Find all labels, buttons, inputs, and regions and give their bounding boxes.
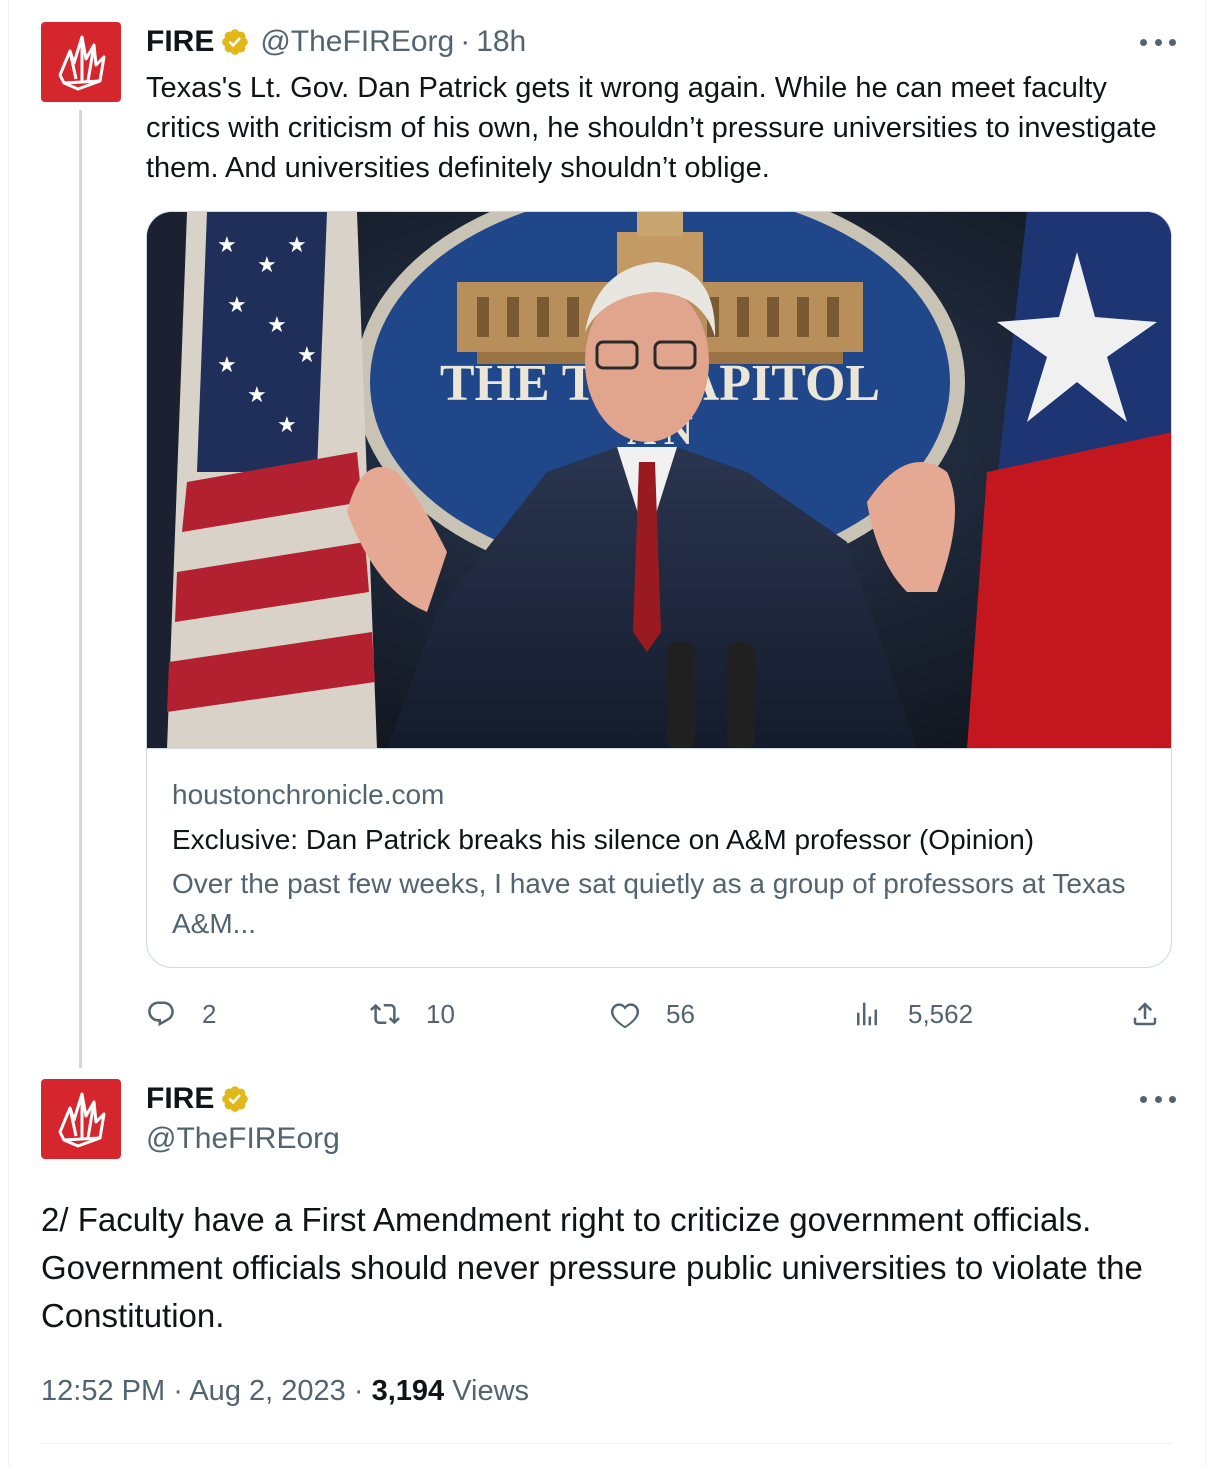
views-label: Views [452,1375,530,1407]
reply-icon [148,1001,174,1027]
heart-icon [610,1003,640,1029]
fire-avatar-2[interactable] [41,1079,121,1159]
verified-badge-icon[interactable] [220,27,250,57]
us-flag: ★ ★ ★ ★ ★ ★ ★ ★ ★ [167,212,377,748]
tweet2-handle-row: @TheFIREorg [146,1121,340,1157]
card-description[interactable]: Over the past few weeks, I have sat quie… [172,864,1152,944]
svg-text:★: ★ [277,412,297,437]
svg-text:★: ★ [217,232,237,257]
svg-text:★: ★ [297,342,317,367]
retweet-icon [370,1003,400,1025]
author-name[interactable]: FIRE [146,24,214,60]
divider [41,1443,1173,1444]
author-handle[interactable]: @TheFIREorg [146,1121,340,1157]
like-count: 56 [666,998,695,1029]
views-count: 3,194 [371,1375,445,1407]
views-chart-icon [857,1002,877,1026]
tweet-time[interactable]: 18h [476,24,526,60]
reply-button[interactable]: 2 [146,996,216,1032]
views-button[interactable]: 5,562 [852,996,973,1032]
tweet2-text: 2/ Faculty have a First Amendment right … [41,1201,1143,1334]
retweet-button[interactable]: 10 [370,996,455,1032]
tweet2-meta: 12:52 PM · Aug 2, 2023 · 3,194 Views [41,1372,529,1410]
more-options-icon[interactable] [1140,36,1176,48]
more-options-icon[interactable] [1140,1093,1176,1105]
author-name[interactable]: FIRE [146,1081,214,1117]
thread-connector-line [79,110,82,1068]
views-count: 5,562 [908,998,974,1029]
svg-text:★: ★ [257,252,277,277]
separator-dot: · [460,25,471,58]
fire-logo-icon [58,35,106,91]
like-button[interactable]: 56 [610,996,695,1032]
press-conference-photo: THE TE CAPITOL A N ★★★ ★★★ ★★★ [147,212,1171,748]
author-handle[interactable]: @TheFIREorg [260,24,454,60]
verified-badge-icon[interactable] [220,1084,250,1114]
fire-avatar[interactable] [41,22,121,102]
tweet2-header: FIRE [146,1081,250,1117]
retweet-count: 10 [426,998,455,1029]
separator-dot: · [173,1375,183,1407]
tweet-time[interactable]: 12:52 PM [41,1375,165,1407]
fire-logo-icon [58,1092,106,1148]
svg-text:★: ★ [267,312,287,337]
share-icon [1133,1002,1157,1026]
share-button[interactable] [1130,996,1186,1032]
card-title[interactable]: Exclusive: Dan Patrick breaks his silenc… [172,821,1152,859]
card-domain[interactable]: houstonchronicle.com [172,778,444,812]
svg-text:★: ★ [287,232,307,257]
link-card[interactable]: THE TE CAPITOL A N ★★★ ★★★ ★★★ [146,211,1172,968]
tweet1-text: Texas's Lt. Gov. Dan Patrick gets it wro… [146,72,1157,184]
svg-text:★: ★ [247,382,267,407]
svg-text:★: ★ [227,292,247,317]
svg-text:★: ★ [217,352,237,377]
separator-dot: · [353,1375,364,1407]
card-image[interactable]: THE TE CAPITOL A N ★★★ ★★★ ★★★ [147,212,1171,749]
reply-count: 2 [202,998,217,1029]
tweet1-header: FIRE @TheFIREorg · 18h [146,24,526,60]
tweet-date[interactable]: Aug 2, 2023 [189,1375,345,1407]
